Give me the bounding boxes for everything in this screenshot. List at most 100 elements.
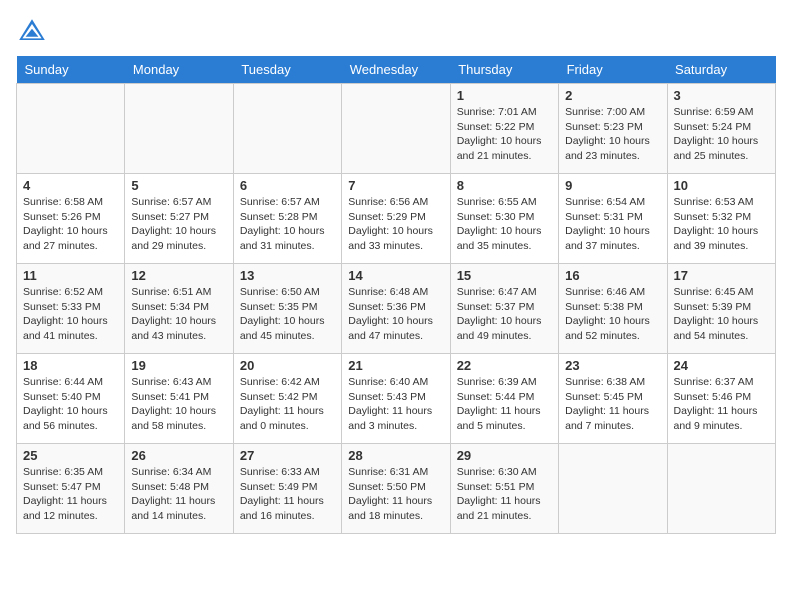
logo-icon [16, 16, 48, 48]
calendar-day-cell: 29 Sunrise: 6:30 AM Sunset: 5:51 PM Dayli… [450, 444, 558, 534]
calendar-day-cell: 5Sunrise: 6:57 AM Sunset: 5:27 PM Daylig… [125, 174, 233, 264]
calendar-week-row: 11 Sunrise: 6:52 AM Sunset: 5:33 PM Dayli… [17, 264, 776, 354]
day-number: 8 [457, 178, 552, 193]
calendar-day-cell [125, 84, 233, 174]
day-of-week-header: Wednesday [342, 56, 450, 84]
calendar-day-cell: 28 Sunrise: 6:31 AM Sunset: 5:50 PM Dayli… [342, 444, 450, 534]
calendar-day-cell: 14 Sunrise: 6:48 AM Sunset: 5:36 PM Dayli… [342, 264, 450, 354]
calendar-day-cell: 4 Sunrise: 6:58 AM Sunset: 5:26 PM Daylig… [17, 174, 125, 264]
calendar-day-cell: 26 Sunrise: 6:34 AM Sunset: 5:48 PM Dayli… [125, 444, 233, 534]
day-info: Sunrise: 6:51 AM Sunset: 5:34 PM Dayligh… [131, 285, 226, 344]
day-number: 2 [565, 88, 660, 103]
day-number: 9 [565, 178, 660, 193]
calendar-day-cell: 3 Sunrise: 6:59 AM Sunset: 5:24 PM Daylig… [667, 84, 775, 174]
day-number: 12 [131, 268, 226, 283]
day-info: Sunrise: 6:35 AM Sunset: 5:47 PM Dayligh… [23, 465, 118, 524]
day-number: 16 [565, 268, 660, 283]
calendar-day-cell: 21 Sunrise: 6:40 AM Sunset: 5:43 PM Dayli… [342, 354, 450, 444]
day-number: 22 [457, 358, 552, 373]
day-of-week-header: Friday [559, 56, 667, 84]
day-of-week-header: Sunday [17, 56, 125, 84]
day-number: 26 [131, 448, 226, 463]
day-of-week-header: Thursday [450, 56, 558, 84]
day-of-week-header: Saturday [667, 56, 775, 84]
day-info: Sunrise: 6:43 AM Sunset: 5:41 PM Dayligh… [131, 375, 226, 434]
day-number: 25 [23, 448, 118, 463]
day-info: Sunrise: 6:33 AM Sunset: 5:49 PM Dayligh… [240, 465, 335, 524]
calendar-body: 1 Sunrise: 7:01 AM Sunset: 5:22 PM Daylig… [17, 84, 776, 534]
day-number: 11 [23, 268, 118, 283]
calendar-day-cell [342, 84, 450, 174]
day-info: Sunrise: 7:01 AM Sunset: 5:22 PM Dayligh… [457, 105, 552, 164]
day-number: 6 [240, 178, 335, 193]
day-info: Sunrise: 6:34 AM Sunset: 5:48 PM Dayligh… [131, 465, 226, 524]
day-number: 17 [674, 268, 769, 283]
calendar-day-cell: 12 Sunrise: 6:51 AM Sunset: 5:34 PM Dayli… [125, 264, 233, 354]
day-info: Sunrise: 6:42 AM Sunset: 5:42 PM Dayligh… [240, 375, 335, 434]
day-info: Sunrise: 6:53 AM Sunset: 5:32 PM Dayligh… [674, 195, 769, 254]
day-info: Sunrise: 6:56 AM Sunset: 5:29 PM Dayligh… [348, 195, 443, 254]
day-info: Sunrise: 6:48 AM Sunset: 5:36 PM Dayligh… [348, 285, 443, 344]
day-of-week-header: Tuesday [233, 56, 341, 84]
day-number: 19 [131, 358, 226, 373]
calendar-day-cell: 15Sunrise: 6:47 AM Sunset: 5:37 PM Dayli… [450, 264, 558, 354]
calendar-day-cell: 19 Sunrise: 6:43 AM Sunset: 5:41 PM Dayli… [125, 354, 233, 444]
calendar-day-cell [667, 444, 775, 534]
day-info: Sunrise: 6:59 AM Sunset: 5:24 PM Dayligh… [674, 105, 769, 164]
calendar-day-cell: 7 Sunrise: 6:56 AM Sunset: 5:29 PM Daylig… [342, 174, 450, 264]
calendar-header: SundayMondayTuesdayWednesdayThursdayFrid… [17, 56, 776, 84]
day-number: 1 [457, 88, 552, 103]
calendar-day-cell: 22 Sunrise: 6:39 AM Sunset: 5:44 PM Dayli… [450, 354, 558, 444]
day-info: Sunrise: 6:30 AM Sunset: 5:51 PM Dayligh… [457, 465, 552, 524]
calendar-day-cell [233, 84, 341, 174]
calendar-day-cell: 13 Sunrise: 6:50 AM Sunset: 5:35 PM Dayli… [233, 264, 341, 354]
calendar-day-cell: 17 Sunrise: 6:45 AM Sunset: 5:39 PM Dayli… [667, 264, 775, 354]
calendar-day-cell: 10Sunrise: 6:53 AM Sunset: 5:32 PM Dayli… [667, 174, 775, 264]
day-info: Sunrise: 6:40 AM Sunset: 5:43 PM Dayligh… [348, 375, 443, 434]
day-number: 20 [240, 358, 335, 373]
day-number: 15 [457, 268, 552, 283]
calendar-day-cell: 2 Sunrise: 7:00 AM Sunset: 5:23 PM Daylig… [559, 84, 667, 174]
day-info: Sunrise: 6:31 AM Sunset: 5:50 PM Dayligh… [348, 465, 443, 524]
day-number: 14 [348, 268, 443, 283]
calendar-day-cell: 20 Sunrise: 6:42 AM Sunset: 5:42 PM Dayli… [233, 354, 341, 444]
day-info: Sunrise: 6:52 AM Sunset: 5:33 PM Dayligh… [23, 285, 118, 344]
calendar-day-cell: 16Sunrise: 6:46 AM Sunset: 5:38 PM Dayli… [559, 264, 667, 354]
header-row: SundayMondayTuesdayWednesdayThursdayFrid… [17, 56, 776, 84]
day-number: 23 [565, 358, 660, 373]
calendar-day-cell: 18 Sunrise: 6:44 AM Sunset: 5:40 PM Dayli… [17, 354, 125, 444]
day-number: 28 [348, 448, 443, 463]
day-info: Sunrise: 7:00 AM Sunset: 5:23 PM Dayligh… [565, 105, 660, 164]
calendar-week-row: 1 Sunrise: 7:01 AM Sunset: 5:22 PM Daylig… [17, 84, 776, 174]
day-of-week-header: Monday [125, 56, 233, 84]
calendar-week-row: 4 Sunrise: 6:58 AM Sunset: 5:26 PM Daylig… [17, 174, 776, 264]
calendar-day-cell: 25 Sunrise: 6:35 AM Sunset: 5:47 PM Dayli… [17, 444, 125, 534]
calendar-week-row: 25 Sunrise: 6:35 AM Sunset: 5:47 PM Dayli… [17, 444, 776, 534]
day-info: Sunrise: 6:39 AM Sunset: 5:44 PM Dayligh… [457, 375, 552, 434]
day-info: Sunrise: 6:58 AM Sunset: 5:26 PM Dayligh… [23, 195, 118, 254]
day-number: 18 [23, 358, 118, 373]
day-number: 29 [457, 448, 552, 463]
calendar-day-cell [559, 444, 667, 534]
day-info: Sunrise: 6:37 AM Sunset: 5:46 PM Dayligh… [674, 375, 769, 434]
calendar-day-cell: 8 Sunrise: 6:55 AM Sunset: 5:30 PM Daylig… [450, 174, 558, 264]
day-info: Sunrise: 6:55 AM Sunset: 5:30 PM Dayligh… [457, 195, 552, 254]
day-number: 3 [674, 88, 769, 103]
day-info: Sunrise: 6:54 AM Sunset: 5:31 PM Dayligh… [565, 195, 660, 254]
day-number: 21 [348, 358, 443, 373]
calendar-day-cell: 24 Sunrise: 6:37 AM Sunset: 5:46 PM Dayli… [667, 354, 775, 444]
calendar-week-row: 18 Sunrise: 6:44 AM Sunset: 5:40 PM Dayli… [17, 354, 776, 444]
calendar-day-cell: 11 Sunrise: 6:52 AM Sunset: 5:33 PM Dayli… [17, 264, 125, 354]
day-number: 7 [348, 178, 443, 193]
day-number: 24 [674, 358, 769, 373]
day-info: Sunrise: 6:45 AM Sunset: 5:39 PM Dayligh… [674, 285, 769, 344]
calendar-day-cell: 23Sunrise: 6:38 AM Sunset: 5:45 PM Dayli… [559, 354, 667, 444]
day-info: Sunrise: 6:50 AM Sunset: 5:35 PM Dayligh… [240, 285, 335, 344]
day-number: 4 [23, 178, 118, 193]
day-info: Sunrise: 6:44 AM Sunset: 5:40 PM Dayligh… [23, 375, 118, 434]
day-number: 13 [240, 268, 335, 283]
page-header [16, 16, 776, 48]
calendar-day-cell: 1 Sunrise: 7:01 AM Sunset: 5:22 PM Daylig… [450, 84, 558, 174]
calendar-day-cell: 27Sunrise: 6:33 AM Sunset: 5:49 PM Dayli… [233, 444, 341, 534]
day-info: Sunrise: 6:57 AM Sunset: 5:28 PM Dayligh… [240, 195, 335, 254]
